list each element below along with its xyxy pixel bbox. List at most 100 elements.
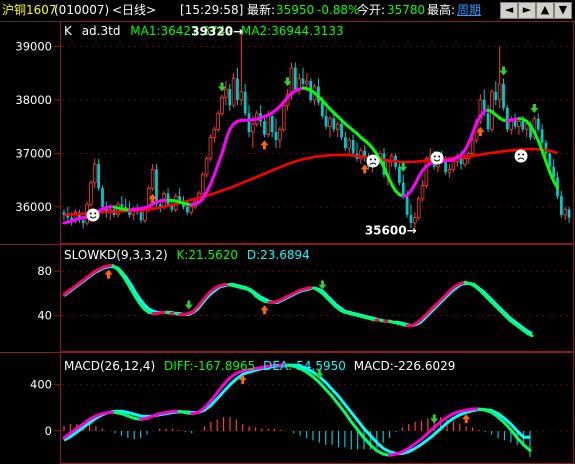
candle-body xyxy=(247,113,251,132)
macd-diff-line-segment xyxy=(349,420,360,432)
candle-body xyxy=(409,214,413,223)
sell-arrow-icon xyxy=(430,414,439,424)
candle-body xyxy=(320,102,324,116)
indicator-name: ad.3td xyxy=(82,24,121,38)
candle-body xyxy=(243,91,247,114)
macd-dea-legend: DEA:-54.5950 xyxy=(263,359,346,373)
candle-body xyxy=(150,169,155,189)
candle-body xyxy=(208,136,213,160)
candle-body xyxy=(200,174,205,194)
period-link[interactable]: 周期 xyxy=(457,0,481,20)
price-axis-label: 38000 xyxy=(15,93,52,107)
macd-legend: MACD(26,12,4) DIFF:-167.8965 DEA:-54.595… xyxy=(64,359,455,373)
candle-body xyxy=(344,137,347,149)
kd-d-legend: D:23.6894 xyxy=(247,248,310,262)
kline-chart-area[interactable]: 36000370003800039000 4080 0400 K ad.3td … xyxy=(0,21,575,464)
high-label: 最高: xyxy=(427,3,456,17)
price-axis-label: 37000 xyxy=(15,146,52,160)
candle-body xyxy=(413,217,417,224)
candle-body xyxy=(548,153,552,167)
candle-legend-label: K xyxy=(64,24,73,38)
candle-body xyxy=(347,139,352,149)
high-price-annotation: 39320→ xyxy=(191,24,243,38)
candle-body xyxy=(497,83,502,101)
candle-body xyxy=(139,212,143,221)
candle-body xyxy=(274,132,278,141)
macd-dea-line xyxy=(63,363,530,455)
sad-face-signal-icon xyxy=(366,154,380,168)
candle-body xyxy=(301,78,305,84)
candle-body xyxy=(278,128,282,141)
quote-header-bar: 沪铜1607 (010007) <日线> [15:29:58] 最新: 3595… xyxy=(0,0,575,22)
sell-arrow-icon xyxy=(318,280,327,290)
candle-body xyxy=(228,89,232,106)
kd-k-line-segment xyxy=(526,331,534,338)
macd-indicator-name: MACD(26,12,4) xyxy=(64,359,155,373)
candle-body xyxy=(270,115,274,132)
prev-button[interactable]: ◄ xyxy=(500,2,518,19)
candle-body xyxy=(470,139,475,154)
candle-body xyxy=(231,78,236,106)
candle-body xyxy=(502,83,505,108)
candle-body xyxy=(236,78,239,100)
candle-body xyxy=(101,188,104,207)
candle-body xyxy=(420,185,425,200)
candle-body xyxy=(97,164,101,189)
candle-body xyxy=(328,118,332,128)
quote-time: [15:29:58] xyxy=(180,3,244,17)
ma2-line xyxy=(63,147,558,217)
buy-arrow-icon xyxy=(260,140,269,150)
candle-body xyxy=(92,163,97,184)
candle-body xyxy=(289,67,294,95)
candle-body xyxy=(398,166,401,183)
sad-face-signal-icon xyxy=(514,149,528,163)
candle-body xyxy=(189,206,193,213)
ma1-line-segment xyxy=(220,138,228,155)
candle-body xyxy=(544,142,548,154)
candle-body xyxy=(220,96,224,114)
latest-label: 最新: xyxy=(247,3,276,17)
candle-body xyxy=(567,209,571,218)
period-label: <日线> xyxy=(112,3,157,17)
kd-axis-label: 40 xyxy=(37,309,52,323)
price-axis-label: 36000 xyxy=(15,200,52,214)
change-percent: -0.88% xyxy=(317,3,360,17)
candle-body xyxy=(263,121,266,135)
kd-k-legend: K:21.5620 xyxy=(176,248,238,262)
candle-body xyxy=(416,198,421,219)
zoom-out-button[interactable]: ▼ xyxy=(554,2,572,19)
candle-body xyxy=(293,67,297,90)
candle-body xyxy=(463,158,467,165)
candle-body xyxy=(204,158,209,176)
candle-body xyxy=(120,204,124,207)
candle-body xyxy=(447,169,452,173)
kd-indicator-name: SLOWKD(9,3,3,2) xyxy=(64,248,168,262)
candle-body xyxy=(89,182,93,205)
candle-body xyxy=(216,112,220,130)
next-button[interactable]: ► xyxy=(518,2,536,19)
candle-body xyxy=(155,169,158,205)
latest-value: 35950 xyxy=(276,3,315,17)
candle-body xyxy=(81,220,85,223)
symbol-code: (010007) xyxy=(54,3,110,17)
price-axis-label: 39000 xyxy=(15,39,52,53)
candle-body xyxy=(536,118,540,130)
buy-arrow-icon xyxy=(260,305,269,315)
candle-body xyxy=(281,104,286,130)
ma2-legend: MA2:36944.3133 xyxy=(241,24,344,38)
symbol-name: 沪铜1607 xyxy=(2,3,57,17)
candle-body xyxy=(335,123,340,130)
kd-axis-label: 80 xyxy=(37,264,52,278)
candle-body xyxy=(424,158,429,186)
macd-axis-label: 0 xyxy=(45,424,52,438)
low-price-annotation: 35600→ xyxy=(365,223,417,237)
zoom-in-button[interactable]: ▲ xyxy=(536,2,554,19)
candle-body xyxy=(324,115,328,127)
smiley-signal-icon xyxy=(86,208,100,222)
ma1-line-segment xyxy=(208,173,216,186)
candle-body xyxy=(540,129,544,143)
candle-body xyxy=(559,196,563,215)
candle-body xyxy=(451,161,456,170)
candle-body xyxy=(239,91,244,101)
candle-body xyxy=(505,107,509,130)
